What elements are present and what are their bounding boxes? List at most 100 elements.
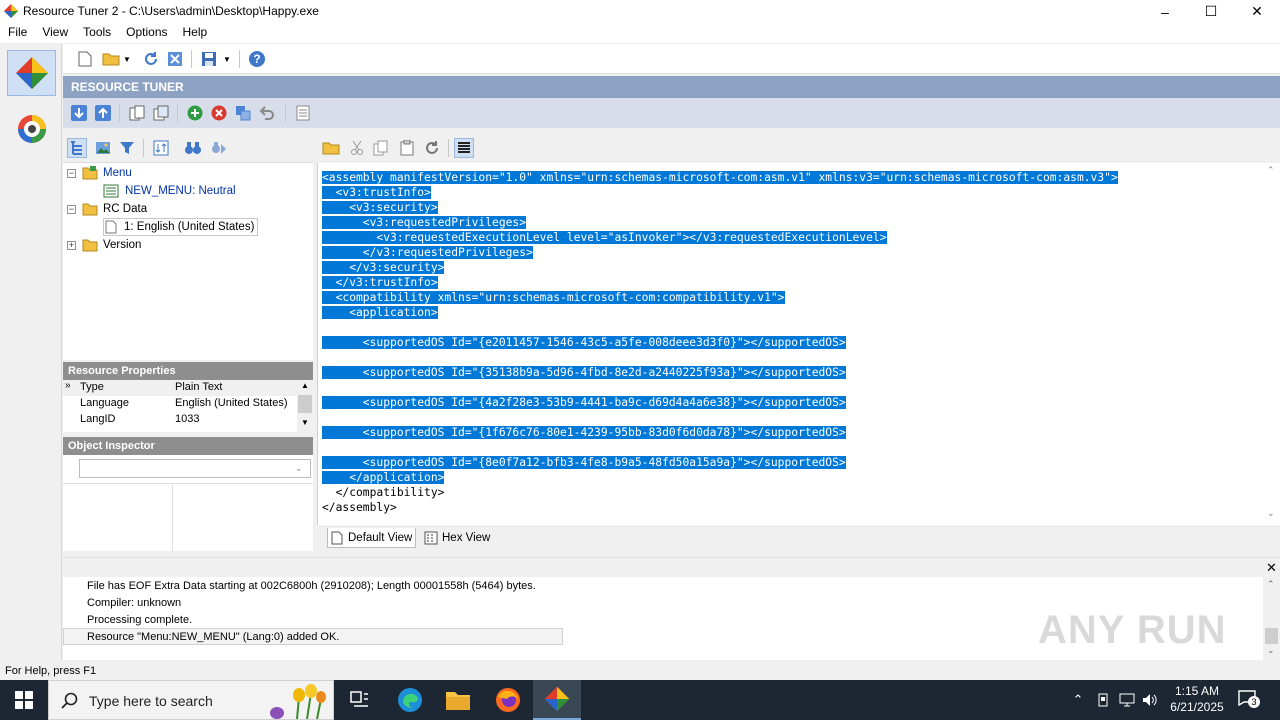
close-button[interactable]: ✕ [1234,0,1280,23]
chevron-down-icon[interactable]: ⌄ [295,463,303,474]
tree-node-version[interactable]: + Version [67,236,141,254]
xml-line-text: <application> [322,306,438,319]
duplicate-resource-button[interactable] [151,103,171,123]
save-button[interactable] [199,49,219,69]
tree-view-button[interactable] [67,138,87,158]
image-view-button[interactable] [93,138,113,158]
menu-file[interactable]: File [0,23,34,43]
add-resource-button[interactable] [185,103,205,123]
taskbar-firefox[interactable] [484,680,532,720]
xml-editor[interactable]: <assembly manifestVersion="1.0" xmlns="u… [317,163,1263,525]
collapse-icon[interactable]: − [67,168,76,178]
collapse-icon[interactable]: − [67,204,76,214]
tree-node-english-united-states[interactable]: 1: English (United States) [103,218,259,236]
notifications-button[interactable]: 3 [1238,690,1260,710]
tree-node-new-menu[interactable]: NEW_MENU: Neutral [103,182,236,200]
text-view-button[interactable] [454,138,474,158]
taskbar-file-explorer[interactable] [434,680,482,720]
property-key: Type [80,381,104,393]
xml-line-text: <assembly manifestVersion="1.0" xmlns="u… [322,171,1118,184]
left-navigation [0,44,62,660]
xml-line: <v3:trustInfo> [322,185,431,200]
properties-scrollbar[interactable]: ▲ ▼ [297,380,313,432]
arrow-up-icon [95,105,111,121]
delete-resource-button[interactable] [209,103,229,123]
refresh-icon [145,52,157,65]
taskbar-search-box[interactable]: Type here to search [48,680,334,720]
editor-scrollbar[interactable]: ⌃ ⌄ [1263,163,1280,525]
editor-toolbar [317,133,1280,163]
property-value: English (United States) [175,397,288,409]
undo-button[interactable] [257,103,277,123]
scroll-up-icon[interactable]: ⌃ [1267,579,1275,590]
new-file-button[interactable] [75,49,95,69]
move-up-button[interactable] [93,103,113,123]
log-line: Compiler: unknown [87,597,182,609]
filter-button[interactable] [117,138,137,158]
resource-tuner-nav-button[interactable] [7,50,56,96]
scroll-down-icon[interactable]: ▼ [301,418,309,427]
move-down-button[interactable] [69,103,89,123]
refresh-button[interactable] [141,49,161,69]
minimize-button[interactable]: – [1142,0,1188,23]
xml-line-text: <supportedOS Id="{8e0f7a12-bfb3-4fe8-b9a… [322,456,846,469]
copy-button[interactable] [371,138,391,158]
menu-view[interactable]: View [34,23,75,43]
scroll-thumb[interactable] [298,395,312,413]
menu-options[interactable]: Options [118,23,174,43]
file-explorer-icon [446,692,470,710]
close-file-button[interactable] [165,49,185,69]
menu-tools[interactable]: Tools [75,23,118,43]
tab-hex-view[interactable]: Hex View [421,528,493,548]
scroll-down-icon[interactable]: ⌄ [1267,645,1275,656]
open-dropdown-button[interactable]: ▼ [121,49,133,69]
properties-button[interactable] [293,103,313,123]
property-row-language[interactable]: Language English (United States) [63,396,298,412]
find-button[interactable] [183,138,203,158]
tree-node-rc-data[interactable]: − RC Data [67,200,147,218]
taskbar-edge[interactable] [386,680,434,720]
replace-resource-button[interactable] [233,103,253,123]
help-button[interactable]: ? [247,49,267,69]
xml-line: </compatibility> [322,485,445,500]
editor-open-button[interactable] [321,138,341,158]
reset-button[interactable] [422,138,442,158]
save-icon [202,52,216,66]
object-inspector-dropdown[interactable]: ⌄ [79,459,311,478]
scroll-up-icon[interactable]: ⌃ [1267,165,1275,176]
new-file-icon [78,51,92,67]
menu-help[interactable]: Help [175,23,215,43]
document-icon [331,531,343,544]
close-log-icon[interactable]: ✕ [1266,560,1277,576]
property-row-type[interactable]: » Type Plain Text [63,380,298,396]
resource-properties-grid: » Type Plain Text Language English (Unit… [63,380,313,432]
open-file-button[interactable] [101,49,121,69]
sort-button[interactable] [151,138,171,158]
search-icon [61,692,78,709]
find-next-button[interactable] [209,138,229,158]
device-tray-icon[interactable] [1094,690,1112,710]
log-selected-line[interactable]: Resource "Menu:NEW_MENU" (Lang:0) added … [63,628,563,645]
system-clock[interactable]: 1:15 AM 6/21/2025 [1162,683,1232,715]
tab-default-view[interactable]: Default View [327,528,417,548]
volume-tray-icon[interactable] [1141,690,1159,710]
tree-view-icon [71,141,82,155]
tree-node-menu[interactable]: − Menu [67,164,132,182]
task-view-button[interactable] [336,680,384,720]
paste-button[interactable] [397,138,417,158]
property-row-langid[interactable]: LangID 1033 [63,412,298,428]
xml-line: <v3:security> [322,200,438,215]
network-tray-icon[interactable] [1118,690,1136,710]
show-hidden-icons-icon[interactable]: ⌃ [1069,690,1087,710]
copy-resource-button[interactable] [127,103,147,123]
cut-button[interactable] [347,138,367,158]
xml-line-text: <v3:trustInfo> [322,186,431,199]
color-wheel-nav-button[interactable] [7,106,56,152]
scroll-down-icon[interactable]: ⌄ [1267,508,1275,519]
taskbar-resource-tuner[interactable] [533,680,581,720]
start-button[interactable] [0,680,48,720]
expand-icon[interactable]: + [67,240,76,250]
save-dropdown-button[interactable]: ▼ [221,49,233,69]
scroll-up-icon[interactable]: ▲ [301,381,309,390]
maximize-button[interactable]: ☐ [1188,0,1234,23]
